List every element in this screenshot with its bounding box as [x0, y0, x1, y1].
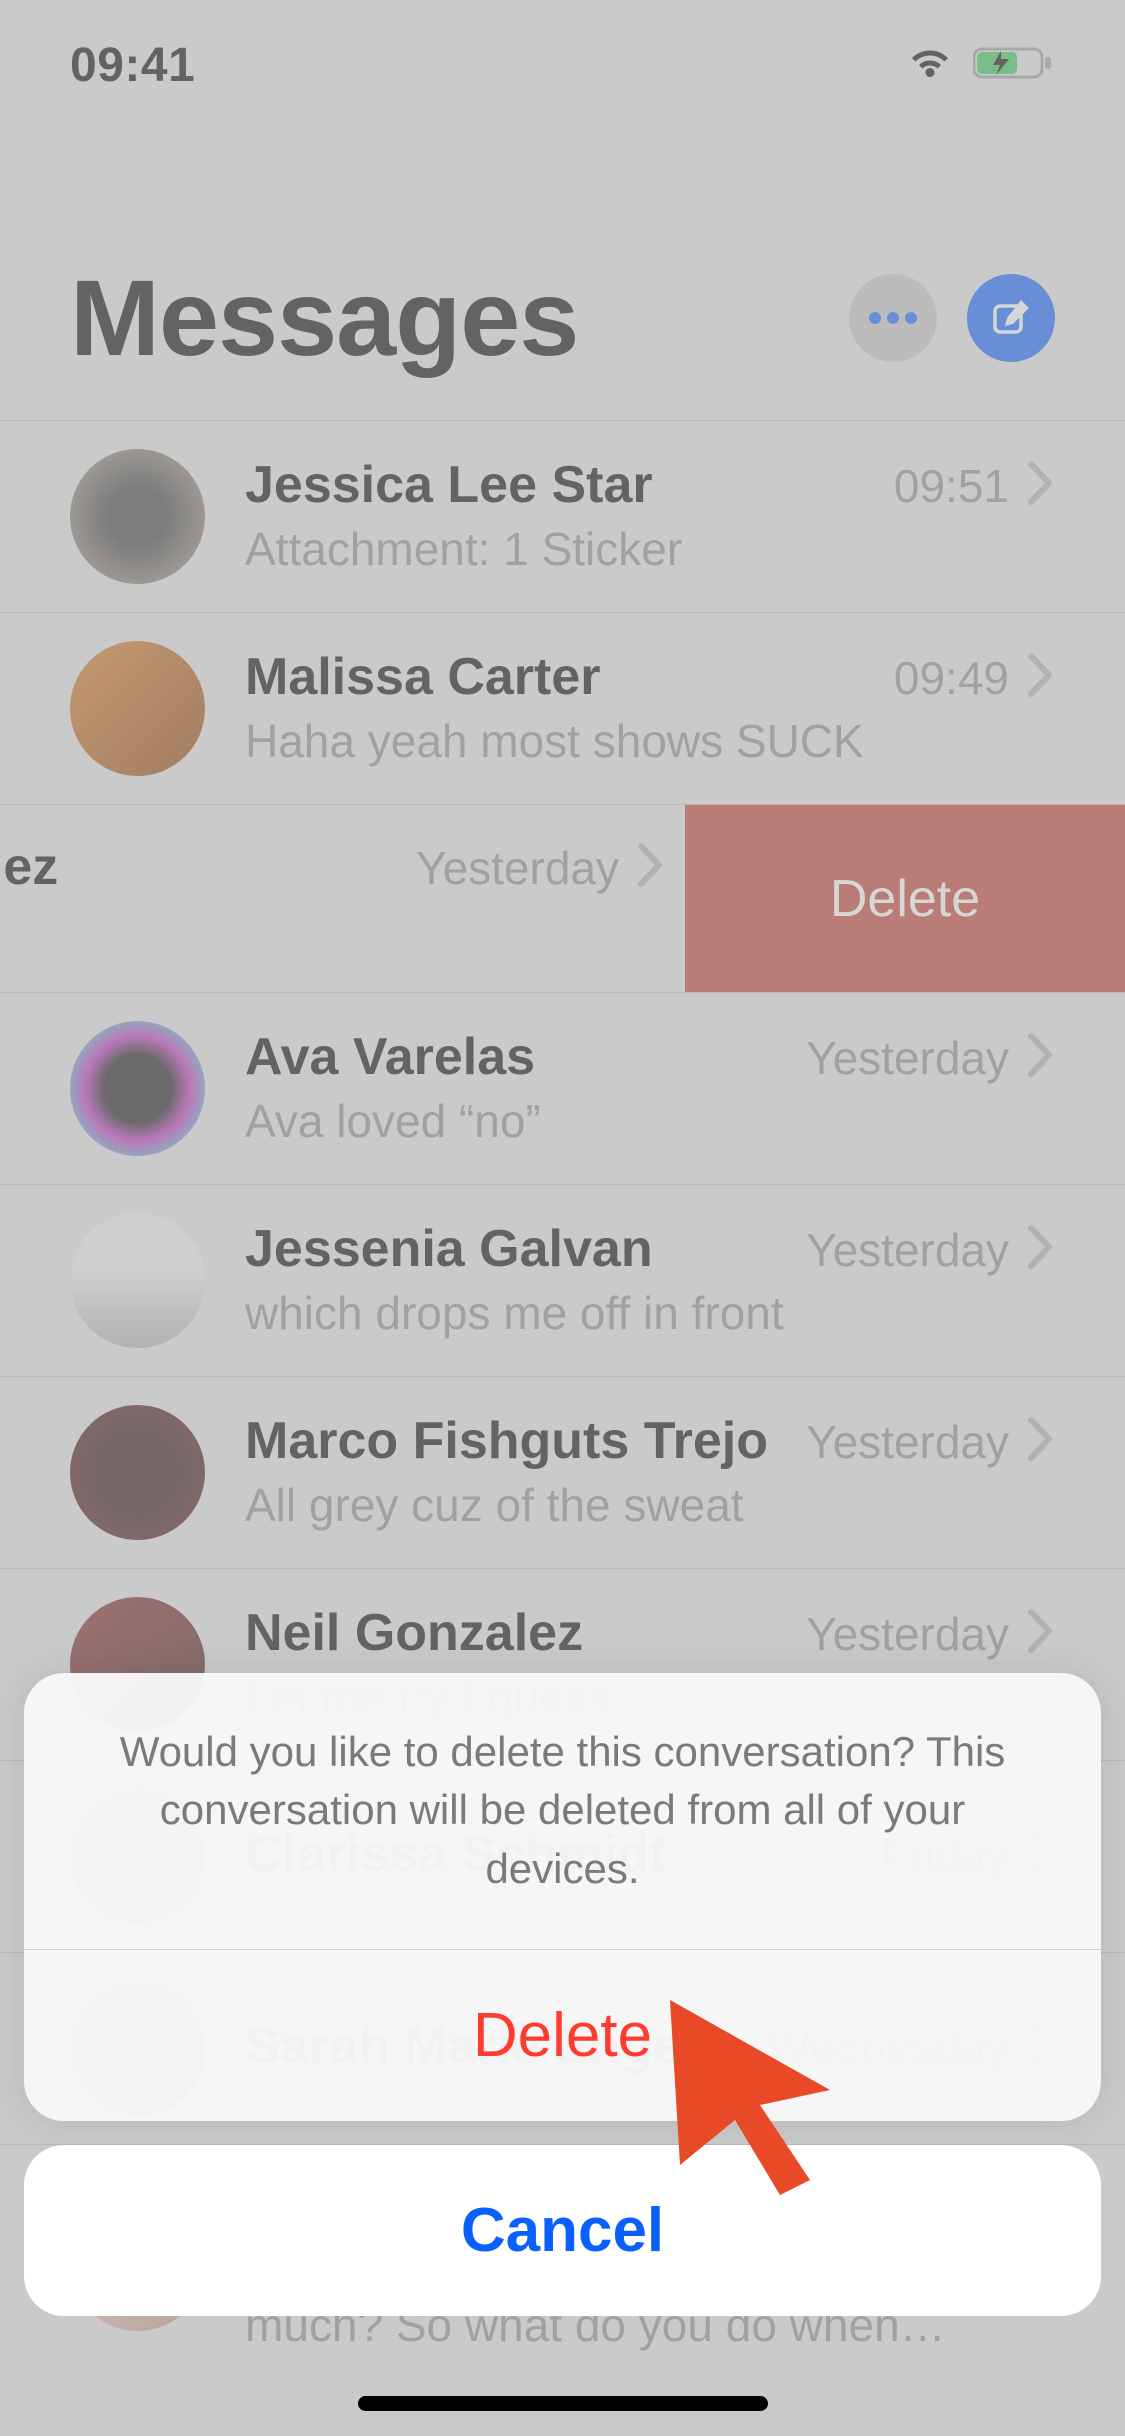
conversation-row[interactable]: Marco Fishguts Trejo Yesterday All grey …	[0, 1376, 1125, 1568]
avatar	[70, 641, 205, 776]
ellipsis-icon	[867, 311, 919, 325]
contact-name: Jessenia Galvan	[245, 1219, 653, 1279]
annotation-pointer-icon	[660, 1990, 880, 2215]
message-preview: All grey cuz of the sweat	[245, 1477, 1055, 1535]
timestamp: Yesterday	[806, 1607, 1009, 1661]
timestamp: Yesterday	[416, 841, 619, 895]
conversation-row[interactable]: Ava Varelas Yesterday Ava loved “no”	[0, 992, 1125, 1184]
avatar	[70, 1405, 205, 1540]
status-time: 09:41	[70, 38, 195, 93]
chevron-right-icon	[1027, 1416, 1055, 1467]
status-bar: 09:41	[0, 0, 1125, 130]
chevron-right-icon	[1027, 1608, 1055, 1659]
timestamp: 09:51	[894, 459, 1009, 513]
message-preview: Attachment: 1 Sticker	[245, 521, 1055, 579]
contact-name: Marco Fishguts Trejo	[245, 1411, 768, 1471]
chevron-right-icon	[1027, 460, 1055, 511]
timestamp: Yesterday	[806, 1223, 1009, 1277]
message-preview: Haha yeah most shows SUCK	[245, 713, 1055, 771]
header: Messages	[0, 255, 1125, 420]
avatar	[70, 1213, 205, 1348]
battery-charging-icon	[973, 43, 1055, 88]
contact-name: Ava Varelas	[245, 1027, 535, 1087]
sheet-message: Would you like to delete this conversati…	[24, 1673, 1101, 1950]
conversation-row[interactable]: Malissa Carter 09:49 Haha yeah most show…	[0, 612, 1125, 804]
conversation-row-swiped[interactable]: Guterriez Yesterday hat Delete	[0, 804, 1125, 992]
timestamp: Yesterday	[806, 1415, 1009, 1469]
message-preview: Ava loved “no”	[245, 1093, 1055, 1151]
header-actions	[849, 274, 1055, 362]
message-preview: which drops me off in front	[245, 1285, 1055, 1343]
timestamp: Yesterday	[806, 1031, 1009, 1085]
home-indicator[interactable]	[358, 2396, 768, 2411]
action-sheet: Would you like to delete this conversati…	[24, 1673, 1101, 2316]
chevron-right-icon	[1027, 652, 1055, 703]
sheet-cancel-button[interactable]: Cancel	[24, 2145, 1101, 2316]
chevron-right-icon	[1027, 1224, 1055, 1275]
avatar	[70, 1021, 205, 1156]
contact-name: Jessica Lee Star	[245, 455, 653, 515]
swipe-delete-button[interactable]: Delete	[685, 805, 1125, 992]
more-button[interactable]	[849, 274, 937, 362]
chevron-right-icon	[637, 842, 665, 893]
contact-name: Malissa Carter	[245, 647, 601, 707]
wifi-icon	[905, 43, 955, 88]
status-icons	[905, 43, 1055, 88]
compose-button[interactable]	[967, 274, 1055, 362]
compose-icon	[989, 296, 1033, 340]
chevron-right-icon	[1027, 1032, 1055, 1083]
sheet-delete-button[interactable]: Delete	[24, 1950, 1101, 2121]
message-preview: hat	[0, 903, 665, 961]
contact-name: Guterriez	[0, 837, 58, 897]
avatar	[70, 449, 205, 584]
conversation-row[interactable]: Jessenia Galvan Yesterday which drops me…	[0, 1184, 1125, 1376]
conversation-row[interactable]: Jessica Lee Star 09:51 Attachment: 1 Sti…	[0, 420, 1125, 612]
page-title: Messages	[70, 255, 578, 380]
contact-name: Neil Gonzalez	[245, 1603, 583, 1663]
timestamp: 09:49	[894, 651, 1009, 705]
